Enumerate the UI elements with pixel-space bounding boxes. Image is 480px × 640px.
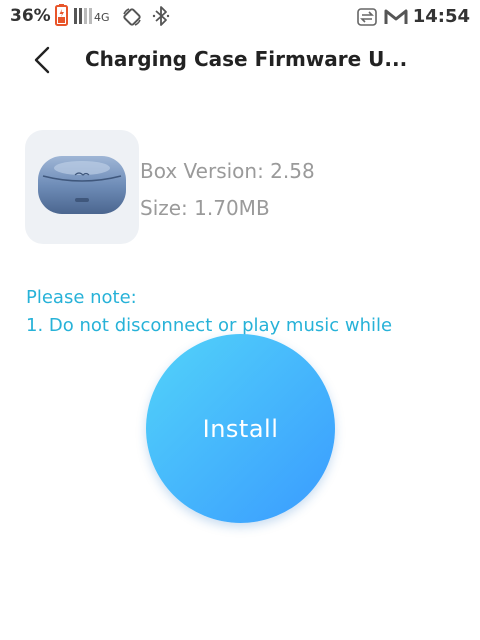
gmail-icon [384, 9, 408, 24]
clock: 14:54 [412, 6, 470, 27]
product-thumbnail [25, 130, 139, 244]
page-title: Charging Case Firmware U... [85, 47, 408, 71]
charging-case-image [38, 156, 126, 214]
install-button[interactable]: Install [146, 334, 335, 523]
auto-rotate-icon [123, 8, 141, 26]
network-type: 4G [94, 11, 110, 24]
top-app-bar: Charging Case Firmware U... [0, 34, 480, 90]
box-version-label: Box Version: 2.58 [140, 159, 315, 183]
data-sync-icon [357, 8, 377, 26]
chevron-left-icon [34, 46, 50, 74]
firmware-size-label: Size: 1.70MB [140, 196, 270, 220]
note-item-1: 1. Do not disconnect or play music while [26, 315, 393, 336]
battery-icon [55, 4, 68, 26]
signal-icon [74, 8, 92, 24]
install-button-label: Install [202, 414, 279, 443]
bluetooth-icon [152, 6, 170, 26]
status-bar: 36% 4G 14:54 [0, 0, 480, 34]
battery-percentage: 36% [10, 6, 51, 26]
note-heading: Please note: [26, 287, 137, 308]
back-button[interactable] [26, 42, 60, 78]
